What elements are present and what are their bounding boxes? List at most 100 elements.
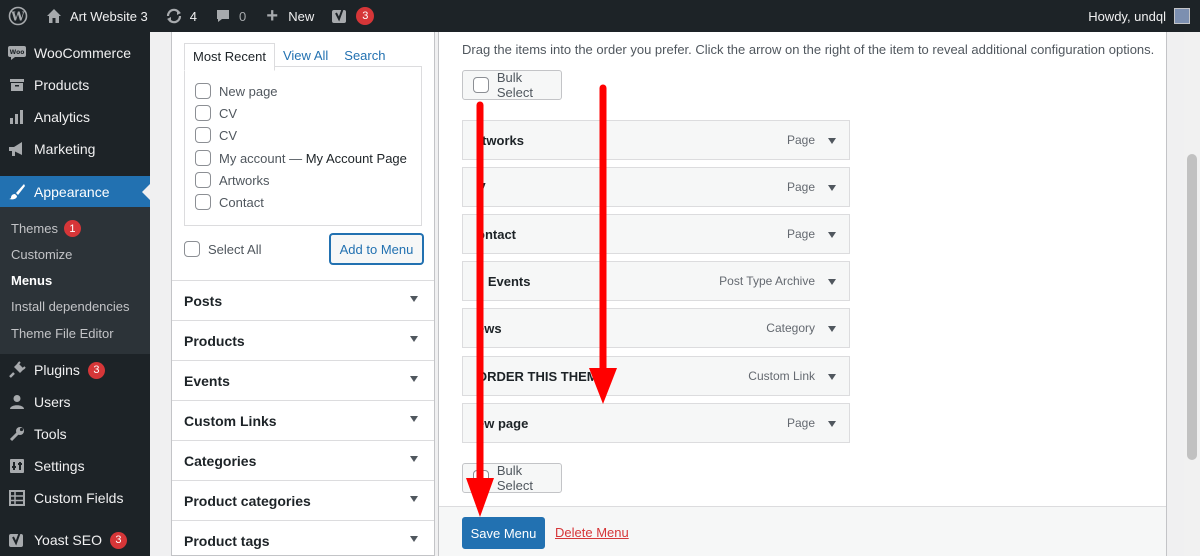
menu-settings-label: Settings [34, 458, 85, 474]
menu-item-type: Custom Link [748, 369, 815, 383]
comments-link[interactable]: 0 [205, 0, 254, 32]
menu-custom-fields[interactable]: Custom Fields [0, 482, 150, 514]
menu-item-title: ew page [477, 415, 529, 431]
menu-appearance[interactable]: Appearance [0, 176, 150, 208]
bulk-select-checkbox[interactable] [473, 77, 489, 93]
page-item[interactable]: Artworks [195, 172, 270, 188]
menu-products-label: Products [34, 77, 90, 93]
menu-item-type: Post Type Archive [719, 274, 815, 288]
yoast-icon [330, 6, 350, 26]
accordion-label: Custom Links [184, 412, 277, 429]
submenu-themes-label: Themes [11, 221, 58, 236]
submenu-menus[interactable]: Menus [11, 273, 52, 288]
caret-down-icon[interactable] [828, 279, 836, 285]
bulk-select-checkbox[interactable] [473, 470, 489, 486]
menu-item-row[interactable]: ORDER THIS THEMA Custom Link [462, 356, 850, 396]
page-checkbox[interactable] [195, 150, 211, 166]
caret-down-icon[interactable] [828, 374, 836, 380]
page-item[interactable]: New page [195, 83, 278, 99]
megaphone-icon [8, 140, 26, 158]
submenu-editor-label: Theme File Editor [11, 326, 114, 341]
menu-plugins[interactable]: Plugins 3 [0, 354, 150, 386]
yoast-icon [8, 531, 26, 549]
menu-item-row[interactable]: ews Category [462, 308, 850, 348]
my-account[interactable]: Howdy, undql [1088, 8, 1200, 24]
svg-text:W: W [10, 10, 25, 24]
caret-down-icon[interactable] [828, 185, 836, 191]
accordion-posts[interactable]: Posts [172, 280, 434, 320]
menu-marketing[interactable]: Marketing [0, 133, 150, 165]
accordion-custom-links[interactable]: Custom Links [172, 400, 434, 440]
delete-menu-link[interactable]: Delete Menu [555, 525, 629, 540]
tab-most-recent[interactable]: Most Recent [184, 43, 275, 71]
submenu-themes[interactable]: Themes 1 [11, 220, 81, 237]
accordion-label: Product categories [184, 492, 311, 509]
caret-down-icon [410, 336, 418, 342]
submenu-customize-label: Customize [11, 247, 73, 262]
page-checkbox[interactable] [195, 105, 211, 121]
page-item[interactable]: CV [195, 127, 237, 143]
new-label: New [288, 8, 315, 24]
comment-icon [213, 6, 233, 26]
select-all-checkbox[interactable] [184, 241, 200, 257]
menu-woocommerce-label: WooCommerce [34, 45, 131, 61]
wordpress-logo[interactable]: W [0, 0, 36, 32]
menu-item-row[interactable]: V Page [462, 167, 850, 207]
submenu-customize[interactable]: Customize [11, 247, 72, 262]
accordion-categories[interactable]: Categories [172, 440, 434, 480]
page-item[interactable]: CV [195, 105, 237, 121]
page-item[interactable]: My account — My Account Page [195, 150, 407, 166]
menu-tools-label: Tools [34, 426, 67, 442]
caret-down-icon[interactable] [828, 232, 836, 238]
howdy-label: Howdy, undql [1088, 8, 1166, 24]
menu-item-type: Page [786, 133, 815, 147]
menu-tools[interactable]: Tools [0, 418, 150, 450]
add-to-menu-button[interactable]: Add to Menu [330, 234, 423, 264]
save-menu-button[interactable]: Save Menu [462, 517, 545, 549]
menu-item-type: Page [786, 227, 815, 241]
menu-users-label: Users [34, 394, 71, 410]
page-checkbox[interactable] [195, 172, 211, 188]
menu-item-row[interactable]: ll Events Post Type Archive [462, 261, 850, 301]
page-checkbox[interactable] [195, 83, 211, 99]
menu-marketing-label: Marketing [34, 141, 96, 157]
bulk-select-bottom[interactable]: Bulk Select [462, 463, 562, 493]
menu-item-row[interactable]: ew page Page [462, 403, 850, 443]
admin-bar: W Art Website 3 4 0 + New 3 Howdy, undql [0, 0, 1200, 32]
new-content-link[interactable]: + New [254, 0, 322, 32]
menu-analytics[interactable]: Analytics [0, 101, 150, 133]
select-all[interactable]: Select All [184, 241, 261, 257]
menu-item-type: Page [786, 180, 815, 194]
pages-list: New page CV CV My account — My Account P… [184, 66, 422, 226]
menu-woocommerce[interactable]: Woo WooCommerce [0, 37, 150, 69]
caret-down-icon[interactable] [828, 421, 836, 427]
submenu-theme-file-editor[interactable]: Theme File Editor [11, 326, 114, 341]
accordion-product-tags[interactable]: Product tags [172, 520, 434, 556]
scrollbar-thumb[interactable] [1187, 154, 1197, 460]
menu-item-row[interactable]: rtworks Page [462, 120, 850, 160]
yoast-badge: 3 [356, 7, 375, 25]
menu-footer: Save Menu Delete Menu [439, 506, 1166, 556]
menu-users[interactable]: Users [0, 386, 150, 418]
menu-settings[interactable]: Settings [0, 450, 150, 482]
menu-item-row[interactable]: ontact Page [462, 214, 850, 254]
caret-down-icon[interactable] [828, 138, 836, 144]
caret-down-icon[interactable] [828, 326, 836, 332]
bulk-select-top[interactable]: Bulk Select [462, 70, 562, 100]
page-checkbox[interactable] [195, 127, 211, 143]
accordion-products[interactable]: Products [172, 320, 434, 360]
menu-products[interactable]: Products [0, 69, 150, 101]
menu-yoast-seo[interactable]: Yoast SEO 3 [0, 524, 150, 556]
paintbrush-icon [8, 183, 26, 201]
site-name[interactable]: Art Website 3 [36, 0, 156, 32]
accordion-product-categories[interactable]: Product categories [172, 480, 434, 520]
submenu-install-dependencies[interactable]: Install dependencies [11, 299, 130, 314]
updates-link[interactable]: 4 [156, 0, 205, 32]
page-scrollbar[interactable] [1184, 32, 1200, 556]
submenu-menus-label: Menus [11, 273, 53, 288]
accordion-events[interactable]: Events [172, 360, 434, 400]
page-checkbox[interactable] [195, 194, 211, 210]
page-item[interactable]: Contact [195, 194, 264, 210]
yoast-link[interactable]: 3 [322, 0, 382, 32]
caret-down-icon [410, 416, 418, 422]
